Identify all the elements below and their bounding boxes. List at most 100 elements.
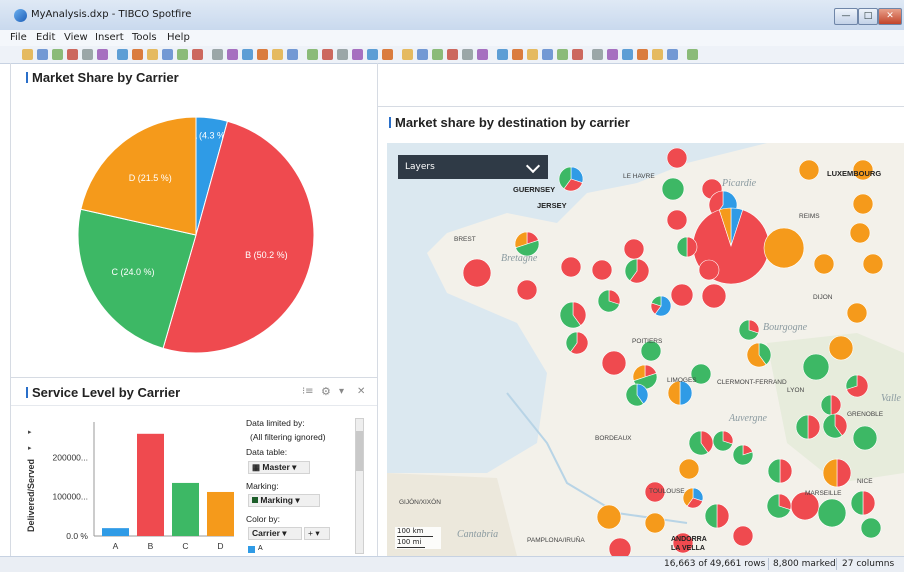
- list-icon[interactable]: ⁝≡: [302, 386, 314, 397]
- toolbar-button-icon[interactable]: [287, 49, 298, 60]
- map-pie-slice[interactable]: [678, 458, 700, 480]
- add-color-button[interactable]: + ▾: [304, 527, 330, 540]
- collapse-arrows[interactable]: ▸ ▸: [28, 428, 32, 452]
- bar-d[interactable]: [207, 491, 234, 536]
- toolbar-button-icon[interactable]: [542, 49, 553, 60]
- gear-icon[interactable]: ⚙: [321, 385, 331, 398]
- toolbar-button-icon[interactable]: [352, 49, 363, 60]
- bar-chart[interactable]: 0.0 % 100000... 200000... A B C D Delivered/Ser…: [22, 410, 242, 556]
- toolbar-button-icon[interactable]: [147, 49, 158, 60]
- layers-dropdown[interactable]: Layers: [398, 155, 548, 179]
- color-by-dropdown[interactable]: Carrier ▾: [248, 527, 302, 540]
- toolbar-button-icon[interactable]: [67, 49, 78, 60]
- toolbar-button-icon[interactable]: [97, 49, 108, 60]
- map-pie-slice[interactable]: [846, 302, 868, 324]
- data-table-dropdown[interactable]: ▦ Master ▾: [248, 461, 310, 474]
- map-pie-slice[interactable]: [852, 193, 874, 215]
- chevron-down-icon[interactable]: ▾: [339, 386, 344, 397]
- toolbar-button-icon[interactable]: [382, 49, 393, 60]
- toolbar-button-icon[interactable]: [652, 49, 663, 60]
- toolbar-button-icon[interactable]: [477, 49, 488, 60]
- marking-dropdown[interactable]: Marking ▾: [248, 494, 320, 507]
- menu-insert[interactable]: Insert: [95, 32, 124, 43]
- toolbar-button-icon[interactable]: [402, 49, 413, 60]
- map-pie-slice[interactable]: [462, 258, 492, 288]
- map-pie-slice[interactable]: [852, 425, 878, 451]
- minimize-button[interactable]: —: [834, 8, 858, 25]
- map-pie-slice[interactable]: [763, 227, 805, 269]
- map-pie-slice[interactable]: [798, 159, 820, 181]
- map-pie-slice[interactable]: [623, 238, 645, 260]
- map-pie-slice[interactable]: [666, 209, 688, 231]
- toolbar-button-icon[interactable]: [512, 49, 523, 60]
- map-pie-slice[interactable]: [862, 253, 884, 275]
- toolbar-button-icon[interactable]: [417, 49, 428, 60]
- bar-c[interactable]: [172, 482, 199, 536]
- menu-edit[interactable]: Edit: [36, 32, 55, 43]
- map-pie-slice[interactable]: [661, 177, 685, 201]
- map-pie-slice[interactable]: [813, 253, 835, 275]
- toolbar-button-icon[interactable]: [37, 49, 48, 60]
- bar-a[interactable]: [102, 528, 129, 536]
- close-button[interactable]: ✕: [878, 8, 902, 25]
- toolbar-button-icon[interactable]: [242, 49, 253, 60]
- toolbar-button-icon[interactable]: [257, 49, 268, 60]
- map-pie-slice[interactable]: [560, 256, 582, 278]
- map-pie-slice[interactable]: [860, 517, 882, 539]
- toolbar-button-icon[interactable]: [572, 49, 583, 60]
- toolbar-button-icon[interactable]: [667, 49, 678, 60]
- menu-view[interactable]: View: [64, 32, 88, 43]
- toolbar-button-icon[interactable]: [212, 49, 223, 60]
- toolbar-button-icon[interactable]: [177, 49, 188, 60]
- close-panel-icon[interactable]: ✕: [357, 386, 365, 397]
- toolbar-button-icon[interactable]: [307, 49, 318, 60]
- toolbar-button-icon[interactable]: [192, 49, 203, 60]
- toolbar-button-icon[interactable]: [117, 49, 128, 60]
- pie-chart[interactable]: A (4.3 %)B (50.2 %)C (24.0 %)D (21.5 %): [60, 100, 360, 370]
- toolbar-button-icon[interactable]: [52, 49, 63, 60]
- map-pie-slice[interactable]: [516, 279, 538, 301]
- toolbar-button-icon[interactable]: [592, 49, 603, 60]
- toolbar-button-icon[interactable]: [447, 49, 458, 60]
- toolbar-button-icon[interactable]: [322, 49, 333, 60]
- menu-help[interactable]: Help: [167, 32, 190, 43]
- toolbar-button-icon[interactable]: [162, 49, 173, 60]
- toolbar-button-icon[interactable]: [462, 49, 473, 60]
- toolbar-button-icon[interactable]: [557, 49, 568, 60]
- map-pie-slice[interactable]: [849, 222, 871, 244]
- status-separator: [836, 558, 837, 570]
- map-pie-slice[interactable]: [698, 259, 720, 281]
- map-pie-slice[interactable]: [591, 259, 613, 281]
- menu-tools[interactable]: Tools: [132, 32, 157, 43]
- map-pie-slice[interactable]: [601, 350, 627, 376]
- controls-scrollbar[interactable]: [355, 418, 364, 554]
- toolbar-button-icon[interactable]: [272, 49, 283, 60]
- map-pie-slice[interactable]: [817, 498, 847, 528]
- map-pie-slice[interactable]: [828, 335, 854, 361]
- toolbar-button-icon[interactable]: [22, 49, 33, 60]
- map-pie-slice[interactable]: [802, 353, 830, 381]
- maximize-button[interactable]: □: [858, 8, 878, 25]
- toolbar-button-icon[interactable]: [687, 49, 698, 60]
- menu-file[interactable]: File: [10, 32, 27, 43]
- toolbar-button-icon[interactable]: [337, 49, 348, 60]
- bar-b[interactable]: [137, 433, 164, 536]
- map-pie-slice[interactable]: [596, 504, 622, 530]
- toolbar-button-icon[interactable]: [622, 49, 633, 60]
- toolbar-button-icon[interactable]: [607, 49, 618, 60]
- scrollbar-thumb[interactable]: [356, 431, 363, 471]
- toolbar-button-icon[interactable]: [367, 49, 378, 60]
- toolbar-button-icon[interactable]: [132, 49, 143, 60]
- toolbar-button-icon[interactable]: [637, 49, 648, 60]
- map-pie-slice[interactable]: [701, 283, 727, 309]
- map-pie-slice[interactable]: [670, 283, 694, 307]
- map-pie-slice[interactable]: [644, 512, 666, 534]
- toolbar-button-icon[interactable]: [227, 49, 238, 60]
- map-pie-slice[interactable]: [732, 525, 754, 547]
- toolbar-button-icon[interactable]: [82, 49, 93, 60]
- toolbar-button-icon[interactable]: [497, 49, 508, 60]
- toolbar-button-icon[interactable]: [527, 49, 538, 60]
- map-pie-slice[interactable]: [666, 147, 688, 169]
- map-view[interactable]: GUERNSEY JERSEY LUXEMBOURG Picardie Bret…: [387, 143, 904, 556]
- toolbar-button-icon[interactable]: [432, 49, 443, 60]
